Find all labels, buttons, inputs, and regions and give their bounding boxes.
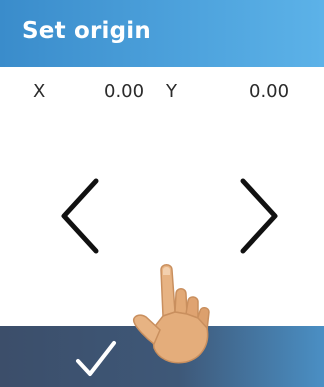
previous-button[interactable] bbox=[59, 177, 103, 255]
chevron-left-icon bbox=[61, 178, 99, 254]
page-title: Set origin bbox=[22, 18, 151, 44]
set-origin-screen: Set origin X 0.00 Y 0.00 bbox=[0, 0, 324, 387]
x-coordinate-value: 0.00 bbox=[104, 81, 145, 102]
y-coordinate-value: 0.00 bbox=[249, 81, 290, 102]
x-coordinate-label: X bbox=[33, 81, 46, 102]
chevron-right-icon bbox=[240, 178, 278, 254]
checkmark-icon bbox=[76, 341, 116, 376]
confirm-button[interactable] bbox=[74, 337, 120, 381]
header-bar: Set origin bbox=[0, 0, 324, 67]
next-button[interactable] bbox=[236, 177, 280, 255]
y-coordinate-label: Y bbox=[166, 81, 177, 102]
footer-bar bbox=[0, 326, 324, 387]
